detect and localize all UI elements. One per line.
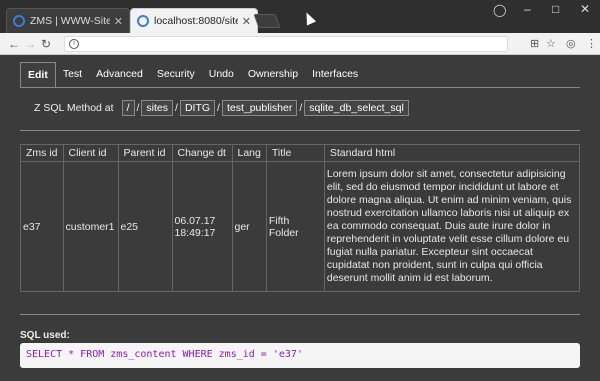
breadcrumb-separator: /: [299, 102, 303, 114]
close-icon[interactable]: ✕: [114, 15, 123, 28]
breadcrumb-separator: /: [217, 102, 220, 114]
browser-tab-zms[interactable]: ZMS | WWW-Site | ger ✕: [6, 8, 130, 33]
breadcrumb-separator: /: [136, 102, 140, 114]
info-icon[interactable]: i: [69, 39, 79, 49]
address-bar[interactable]: i: [64, 36, 508, 52]
page-content: Edit Test Advanced Security Undo Ownersh…: [0, 56, 600, 381]
column-header-parent-id: Parent id: [117, 144, 173, 162]
profile-icon[interactable]: ◯: [493, 3, 506, 17]
cast-icon[interactable]: ◎: [566, 37, 576, 50]
new-tab-button[interactable]: [253, 14, 281, 28]
breadcrumb-label: Z SQL Method at: [34, 102, 114, 114]
tab-title: ZMS | WWW-Site | ger: [30, 15, 110, 27]
cell-parent-id: e25: [117, 161, 173, 292]
breadcrumb-test-publisher[interactable]: test_publisher: [221, 100, 298, 116]
tab-interfaces[interactable]: Interfaces: [305, 62, 365, 87]
column-header-standard-html: Standard html: [323, 144, 581, 162]
zms-favicon-icon: [13, 15, 25, 27]
breadcrumb-sqlite-db-select-sql[interactable]: sqlite_db_select_sql: [304, 100, 409, 116]
tab-security[interactable]: Security: [150, 62, 202, 87]
tab-test[interactable]: Test: [56, 62, 89, 87]
column-header-zms-id: Zms id: [20, 144, 64, 162]
divider: [20, 130, 580, 131]
tab-ownership[interactable]: Ownership: [241, 62, 305, 87]
management-tabs: Edit Test Advanced Security Undo Ownersh…: [20, 62, 365, 87]
cell-lang: ger: [231, 161, 267, 292]
breadcrumb-separator: /: [175, 102, 178, 114]
tabs-divider: [20, 87, 580, 88]
sql-query-box: SELECT * FROM zms_content WHERE zms_id =…: [20, 343, 580, 368]
cell-zms-id: e37: [20, 161, 64, 292]
close-window-icon[interactable]: ✕: [580, 2, 590, 16]
tab-undo[interactable]: Undo: [202, 62, 241, 87]
divider: [20, 314, 580, 315]
column-header-title: Title: [265, 144, 325, 162]
translate-icon[interactable]: ⊞: [530, 37, 539, 50]
tab-edit[interactable]: Edit: [20, 62, 56, 87]
forward-icon[interactable]: →: [22, 37, 38, 51]
tab-advanced[interactable]: Advanced: [89, 62, 150, 87]
breadcrumb: Z SQL Method at / / sites / DITG / test_…: [34, 100, 409, 116]
browser-tab-localhost[interactable]: localhost:8080/sites/DITG ✕: [130, 8, 258, 33]
sql-used-label: SQL used:: [20, 330, 70, 341]
column-header-change-dt: Change dt: [171, 144, 233, 162]
mouse-cursor-icon: [301, 10, 317, 26]
cell-title: Fifth Folder: [265, 161, 325, 292]
column-header-client-id: Client id: [62, 144, 119, 162]
table-row: e37 customer1 e25 06.07.17 18:49:17 ger …: [20, 161, 581, 292]
back-icon[interactable]: ←: [6, 37, 22, 51]
tab-title: localhost:8080/sites/DITG: [154, 15, 238, 27]
zms-favicon-icon: [137, 15, 149, 27]
column-header-lang: Lang: [231, 144, 267, 162]
reload-icon[interactable]: ↻: [38, 37, 54, 51]
table-header-row: Zms id Client id Parent id Change dt Lan…: [20, 144, 581, 162]
breadcrumb-sites[interactable]: sites: [141, 100, 174, 116]
close-icon[interactable]: ✕: [242, 15, 251, 28]
breadcrumb-root[interactable]: /: [121, 100, 135, 116]
minimize-icon[interactable]: –: [524, 2, 531, 16]
browser-tabstrip: ZMS | WWW-Site | ger ✕ localhost:8080/si…: [0, 0, 600, 33]
breadcrumb-ditg[interactable]: DITG: [179, 100, 216, 116]
star-icon[interactable]: ☆: [546, 37, 556, 50]
cell-change-dt: 06.07.17 18:49:17: [171, 161, 233, 292]
cell-client-id: customer1: [62, 161, 119, 292]
menu-icon[interactable]: ⋮: [586, 37, 597, 50]
results-table: Zms id Client id Parent id Change dt Lan…: [20, 144, 581, 292]
maximize-icon[interactable]: □: [552, 2, 559, 16]
cell-standard-html: Lorem ipsum dolor sit amet, consectetur …: [323, 161, 581, 292]
browser-toolbar: ← → ↻ i ⊞ ☆ ◎ ⋮: [0, 33, 600, 55]
